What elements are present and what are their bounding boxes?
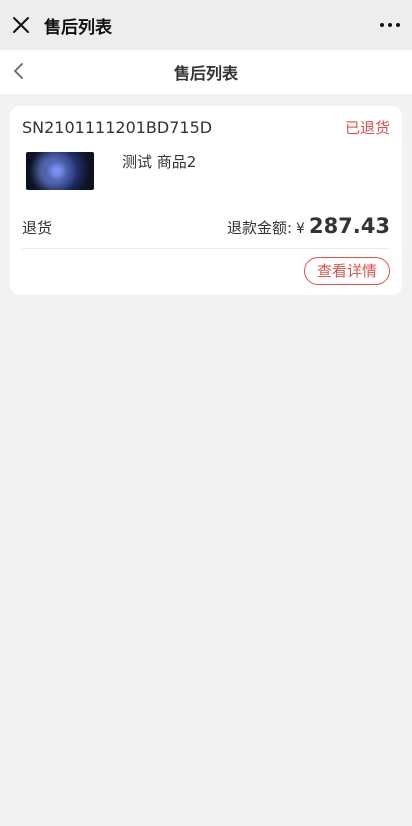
product-name: 测试 商品2 [122, 153, 197, 171]
top-bar-title: 售后列表 [44, 17, 112, 38]
close-icon[interactable] [12, 16, 30, 34]
refund-value: 287.43 [308, 214, 390, 238]
top-bar: 售后列表 [0, 0, 412, 50]
after-sale-card: SN2101111201BD715D 已退货 测试 商品2 退货 退款金额: ¥… [10, 106, 402, 295]
top-bar-left: 售后列表 [10, 13, 112, 38]
card-header: SN2101111201BD715D 已退货 [22, 116, 390, 138]
more-button[interactable] [378, 18, 402, 32]
card-footer: 查看详情 [22, 249, 390, 285]
page-title: 售后列表 [173, 64, 238, 83]
product-thumbnail [26, 152, 94, 190]
content-area: SN2101111201BD715D 已退货 测试 商品2 退货 退款金额: ¥… [0, 94, 412, 295]
more-icon-dot-3 [396, 23, 400, 27]
refund-label: 退款金额: [226, 219, 293, 237]
more-icon-dot-2 [388, 23, 392, 27]
status-badge: 已退货 [344, 118, 390, 137]
page-nav-bar: 售后列表 [0, 50, 412, 94]
currency-symbol: ¥ [296, 221, 305, 237]
back-icon[interactable] [12, 62, 26, 80]
product-row: 测试 商品2 [22, 152, 390, 190]
view-details-button[interactable]: 查看详情 [303, 257, 390, 285]
refund-amount: 退款金额: ¥ 287.43 [227, 214, 390, 238]
more-icon [380, 23, 384, 27]
return-type: 退货 [22, 219, 53, 237]
order-sn: SN2101111201BD715D [22, 117, 213, 137]
refund-info-row: 退货 退款金额: ¥ 287.43 [22, 214, 390, 249]
